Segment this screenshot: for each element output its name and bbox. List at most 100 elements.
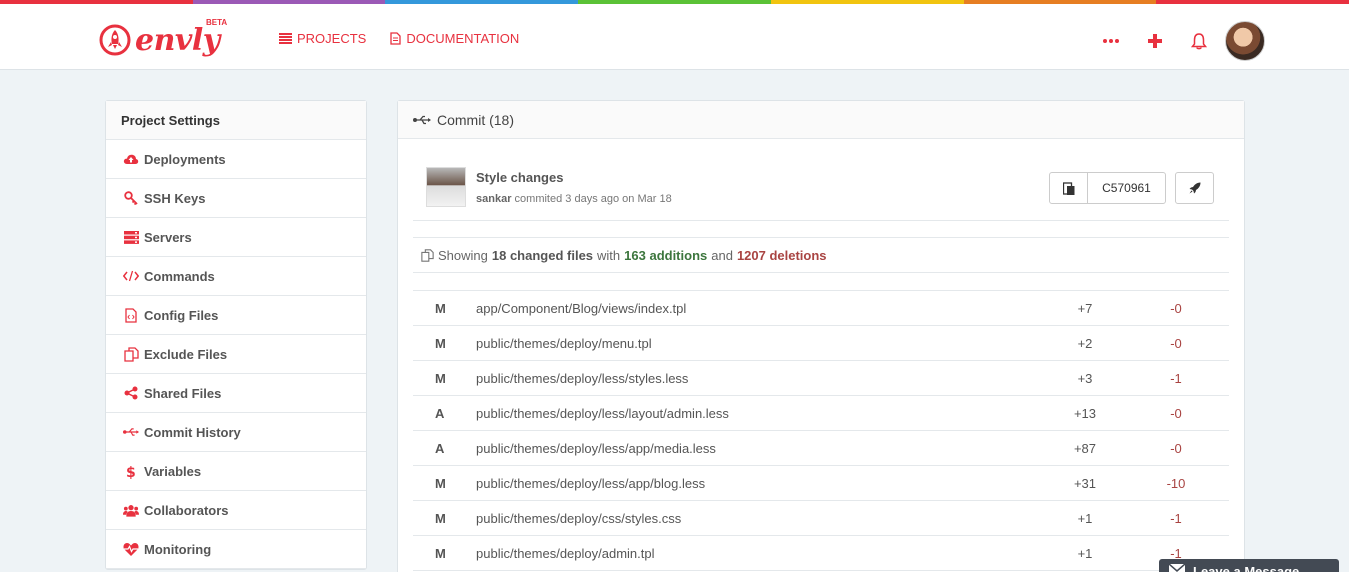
rocket-logo-icon <box>99 24 131 56</box>
copy-hash-button[interactable] <box>1050 173 1088 203</box>
sidebar-item-config-files[interactable]: Config Files <box>106 296 366 335</box>
file-deletions: -10 <box>1166 476 1186 491</box>
file-path[interactable]: public/themes/deploy/less/app/blog.less <box>476 476 705 491</box>
file-deletions: -1 <box>1170 371 1182 386</box>
list-icon <box>279 33 292 44</box>
author-avatar <box>426 167 466 207</box>
summary-changed-count: 18 changed files <box>491 247 594 263</box>
file-path[interactable]: public/themes/deploy/less/styles.less <box>476 371 688 386</box>
file-path[interactable]: app/Component/Blog/views/index.tpl <box>476 301 686 316</box>
table-row[interactable]: A public/themes/deploy/less/layout/admin… <box>413 396 1229 431</box>
sidebar-item-servers[interactable]: Servers <box>106 218 366 257</box>
file-additions: +1 <box>1077 511 1093 526</box>
panel-title: Commit (18) <box>437 111 515 128</box>
nav-projects[interactable]: PROJECTS <box>279 31 366 46</box>
summary-with: with <box>597 247 621 263</box>
file-status: M <box>435 476 446 491</box>
sidebar-item-deployments[interactable]: Deployments <box>106 140 366 179</box>
copy-icon <box>123 346 139 362</box>
file-status: M <box>435 511 446 526</box>
more-icon <box>1103 39 1119 43</box>
file-additions: +3 <box>1077 371 1093 386</box>
copy-icon <box>421 248 434 262</box>
envelope-icon <box>1169 564 1185 572</box>
file-path[interactable]: public/themes/deploy/less/layout/admin.l… <box>476 406 729 421</box>
sidebar-item-monitoring[interactable]: Monitoring <box>106 530 366 569</box>
main-nav: PROJECTS DOCUMENTATION <box>279 31 519 46</box>
dollar-icon: $ <box>123 463 139 479</box>
file-code-icon <box>123 307 139 323</box>
table-row[interactable]: M public/themes/deploy/less/styles.less … <box>413 361 1229 396</box>
file-additions: +1 <box>1077 546 1093 561</box>
commit-hash-group: C570961 <box>1049 172 1166 204</box>
file-additions: +87 <box>1073 441 1097 456</box>
add-button[interactable] <box>1133 23 1177 59</box>
file-path[interactable]: public/themes/deploy/admin.tpl <box>476 546 655 561</box>
changes-summary: Showing 18 changed files with 163 additi… <box>413 237 1229 273</box>
commit-meta: sankar commited 3 days ago on Mar 18 <box>476 193 672 205</box>
table-row[interactable]: M public/themes/deploy/css/styles.css +1… <box>413 501 1229 536</box>
table-row[interactable]: M app/Component/Blog/views/index.tpl +7 … <box>413 291 1229 326</box>
file-status: A <box>435 441 445 456</box>
summary-prefix: Showing <box>438 247 488 263</box>
nav-documentation-label: DOCUMENTATION <box>406 31 520 46</box>
usb-icon <box>413 115 431 124</box>
sidebar-item-label: Config Files <box>144 307 219 323</box>
file-additions: +2 <box>1077 336 1093 351</box>
key-icon <box>123 190 139 206</box>
more-button[interactable] <box>1089 23 1133 59</box>
file-path[interactable]: public/themes/deploy/menu.tpl <box>476 336 652 351</box>
commit-panel: Commit (18) Style changes sankar commite… <box>397 100 1245 572</box>
rocket-icon <box>1189 182 1200 194</box>
sidebar-item-label: Exclude Files <box>144 346 228 362</box>
summary-and: and <box>711 247 733 263</box>
table-row[interactable]: A public/themes/deploy/less/app/media.le… <box>413 431 1229 466</box>
sidebar-item-label: Commands <box>144 268 215 284</box>
table-row[interactable]: M public/themes/deploy/less/app/blog.les… <box>413 466 1229 501</box>
project-settings-sidebar: Project Settings Deployments SSH Keys Se… <box>105 100 367 570</box>
brand-logo[interactable]: envly BETA <box>99 18 227 60</box>
clipboard-icon <box>1062 181 1074 195</box>
table-row[interactable]: M public/themes/deploy/admin.tpl +1 -1 <box>413 536 1229 571</box>
leave-message-widget[interactable]: Leave a Message <box>1159 559 1339 572</box>
summary-deletions: 1207 deletions <box>736 247 827 263</box>
file-path[interactable]: public/themes/deploy/less/app/media.less <box>476 441 716 456</box>
panel-header: Commit (18) <box>398 101 1244 139</box>
sidebar-item-ssh-keys[interactable]: SSH Keys <box>106 179 366 218</box>
users-icon <box>123 502 139 518</box>
file-deletions: -0 <box>1170 301 1182 316</box>
beta-badge: BETA <box>206 18 228 27</box>
sidebar-item-label: Shared Files <box>144 385 222 401</box>
file-path[interactable]: public/themes/deploy/css/styles.css <box>476 511 681 526</box>
file-status: M <box>435 301 446 316</box>
sidebar-item-collaborators[interactable]: Collaborators <box>106 491 366 530</box>
table-row[interactable]: M public/themes/deploy/menu.tpl +2 -0 <box>413 326 1229 361</box>
notifications-button[interactable] <box>1177 23 1221 59</box>
sidebar-item-commit-history[interactable]: Commit History <box>106 413 366 452</box>
sidebar-item-label: Commit History <box>144 424 241 440</box>
commit-hash[interactable]: C570961 <box>1088 173 1165 203</box>
commit-author[interactable]: sankar <box>476 193 511 205</box>
file-additions: +31 <box>1073 476 1097 491</box>
sidebar-item-label: Servers <box>144 229 192 245</box>
file-deletions: -1 <box>1170 511 1182 526</box>
sidebar-item-shared-files[interactable]: Shared Files <box>106 374 366 413</box>
sidebar-item-exclude-files[interactable]: Exclude Files <box>106 335 366 374</box>
commit-date: commited 3 days ago on Mar 18 <box>514 193 672 205</box>
document-icon <box>390 32 401 45</box>
sidebar-item-label: Variables <box>144 463 202 479</box>
share-icon <box>123 385 139 401</box>
sidebar-item-commands[interactable]: Commands <box>106 257 366 296</box>
deploy-commit-button[interactable] <box>1175 172 1214 204</box>
nav-documentation[interactable]: DOCUMENTATION <box>390 31 519 46</box>
bell-icon <box>1191 32 1207 49</box>
sidebar-item-variables[interactable]: $ Variables <box>106 452 366 491</box>
commit-info: Style changes sankar commited 3 days ago… <box>413 153 1229 221</box>
user-avatar[interactable] <box>1225 21 1265 61</box>
summary-additions: 163 additions <box>624 247 708 263</box>
sidebar-item-label: SSH Keys <box>144 190 206 206</box>
plus-icon <box>1148 34 1162 48</box>
file-additions: +7 <box>1077 301 1093 316</box>
top-navbar: envly BETA PROJECTS DOCUMENTATION <box>0 4 1349 70</box>
sidebar-item-label: Monitoring <box>144 541 212 557</box>
